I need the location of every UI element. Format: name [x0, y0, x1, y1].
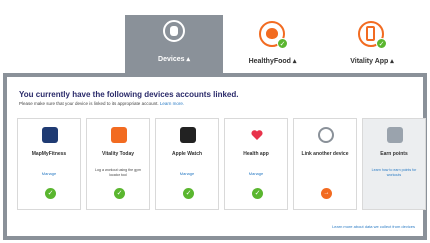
tab-vitality-app[interactable]: ✓ Vitality App ▴	[322, 15, 422, 73]
manage-link[interactable]: Manage	[227, 171, 285, 176]
card-title: Apple Watch	[171, 151, 203, 157]
learn-more-link[interactable]: Learn more.	[160, 101, 184, 106]
vitality-app-icon-ring: ✓	[358, 21, 387, 49]
manage-link[interactable]: Manage	[20, 171, 78, 176]
apple-icon	[266, 28, 278, 39]
book-icon	[387, 127, 403, 143]
check-icon: ✓	[252, 188, 263, 199]
card-link-another-device[interactable]: Link another device →	[293, 118, 357, 210]
card-title: Link another device	[301, 151, 349, 157]
device-cards: MapMyFitness Manage ✓ Vitality Today Log…	[17, 118, 427, 210]
card-description: Log a workout using the gym locator tool	[95, 168, 141, 177]
apple-watch-icon	[180, 127, 196, 143]
tab-healthyfood-label: HealthyFood ▴	[248, 58, 297, 65]
learn-more-data-link[interactable]: Learn more about data we collect from de…	[332, 224, 415, 229]
subtitle-text: Please make sure that your device is lin…	[19, 101, 159, 106]
check-icon: ✓	[183, 188, 194, 199]
check-icon: ✓	[277, 38, 288, 49]
tab-devices[interactable]: Devices ▴	[125, 15, 223, 73]
page-subtitle: Please make sure that your device is lin…	[19, 101, 184, 106]
card-vitality-today[interactable]: Vitality Today Log a workout using the g…	[86, 118, 150, 210]
card-title: Vitality Today	[101, 151, 135, 157]
tab-vitality-app-label: Vitality App ▴	[350, 58, 394, 65]
page-title: You currently have the following devices…	[19, 90, 239, 99]
arrow-right-icon[interactable]: →	[321, 188, 332, 199]
card-description[interactable]: Learn how to earn points for workouts	[367, 168, 421, 177]
check-icon: ✓	[376, 38, 387, 49]
check-icon: ✓	[114, 188, 125, 199]
healthyfood-icon-ring: ✓	[259, 21, 288, 49]
vitality-today-icon	[111, 127, 127, 143]
card-health-app[interactable]: Health app Manage ✓	[224, 118, 288, 210]
card-title: Earn points	[380, 151, 408, 157]
phone-icon	[366, 26, 375, 41]
tab-healthyfood[interactable]: ✓ HealthyFood ▴	[225, 15, 320, 73]
manage-link[interactable]: Manage	[158, 171, 216, 176]
card-title: MapMyFitness	[31, 151, 67, 157]
check-icon: ✓	[45, 188, 56, 199]
tab-devices-label: Devices ▴	[158, 56, 190, 63]
card-earn-points[interactable]: Earn points Learn how to earn points for…	[362, 118, 426, 210]
tab-bar: Devices ▴ ✓ HealthyFood ▴ ✓ Vitality App…	[0, 0, 430, 73]
card-apple-watch[interactable]: Apple Watch Manage ✓	[155, 118, 219, 210]
card-title: Health app	[243, 151, 269, 157]
device-icon	[318, 127, 334, 143]
card-mapmyfitness[interactable]: MapMyFitness Manage ✓	[17, 118, 81, 210]
device-icon	[163, 20, 185, 42]
heart-icon	[249, 127, 265, 143]
devices-panel: You currently have the following devices…	[3, 73, 427, 240]
mapmyfitness-icon	[42, 127, 58, 143]
